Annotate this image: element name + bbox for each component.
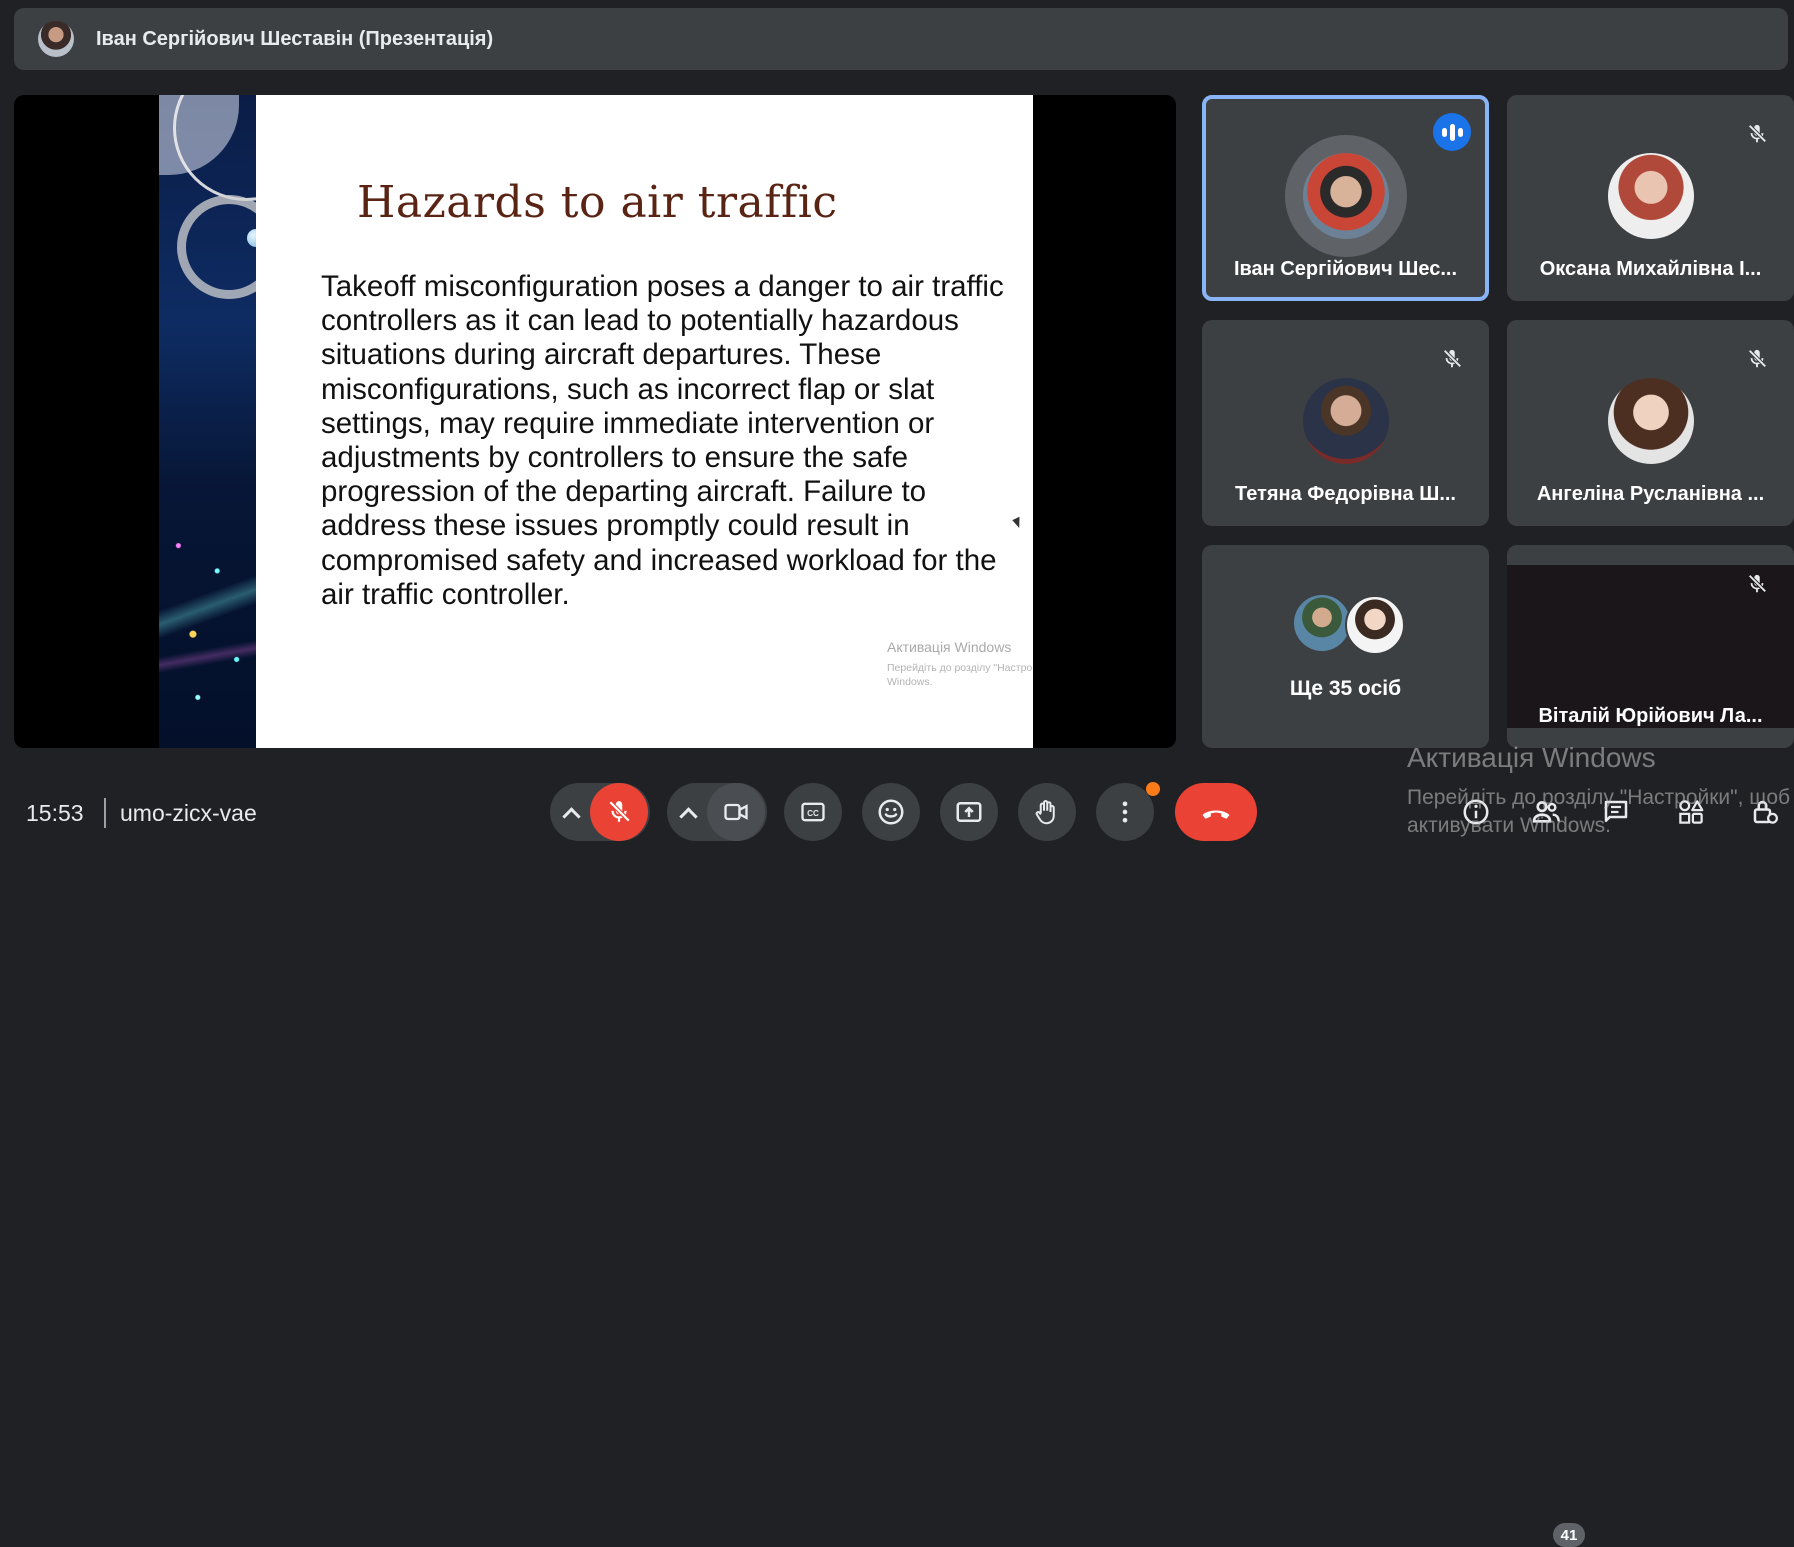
presentation-stage[interactable]: Hazards to air traffic Takeoff misconfig… xyxy=(14,95,1176,748)
slide-title: Hazards to air traffic xyxy=(357,177,838,228)
reactions-button[interactable] xyxy=(862,783,920,841)
avatar xyxy=(1294,595,1350,651)
presenter-title: Іван Сергійович Шеставін (Презентація) xyxy=(96,27,494,50)
presenter-avatar xyxy=(38,21,74,57)
slide-decoration xyxy=(159,95,256,748)
mic-toggle-button[interactable] xyxy=(590,783,648,841)
slide-body: Takeoff misconfiguration poses a danger … xyxy=(321,270,1004,611)
emoji-icon xyxy=(878,799,904,825)
avatar xyxy=(1607,378,1694,464)
avatar xyxy=(1607,153,1694,239)
end-call-icon xyxy=(1202,810,1230,819)
more-participants-label: Ще 35 осіб xyxy=(1289,677,1402,700)
audio-options-chevron[interactable] xyxy=(550,783,590,841)
notification-dot xyxy=(1146,782,1160,796)
participant-name: Оксана Михайлівна І... xyxy=(1539,258,1762,280)
svg-text:CC: CC xyxy=(807,809,819,818)
more-participants-tile[interactable]: Ще 35 осіб xyxy=(1202,545,1489,748)
present-icon xyxy=(956,802,982,822)
slide-watermark-text: Перейдіть до розділу "Настройки", щоб ак… xyxy=(887,662,1033,688)
participant-name: Іван Сергійович Шес... xyxy=(1233,258,1458,280)
leave-call-button[interactable] xyxy=(1175,783,1257,841)
speaking-indicator-icon xyxy=(1433,113,1471,151)
divider xyxy=(104,798,106,828)
more-options-icon xyxy=(1122,801,1128,823)
avatar xyxy=(1302,153,1389,239)
camera-icon xyxy=(724,803,748,821)
mic-off-icon xyxy=(1433,340,1471,378)
participant-tile[interactable]: Оксана Михайлівна І... xyxy=(1507,95,1794,301)
avatar xyxy=(1302,378,1389,464)
windows-activation-watermark-title: Активація Windows xyxy=(1407,742,1656,773)
captions-button[interactable]: CC xyxy=(784,783,842,841)
windows-activation-watermark-text: Перейдіть до розділу "Настройки", щоб ак… xyxy=(1407,786,1791,837)
participant-tile[interactable]: Віталій Юрійович Ла... xyxy=(1507,545,1794,748)
meeting-controls-bar: 15:53 umo-zicx-vae CC 41 Активація Windo… xyxy=(0,742,1794,1547)
participant-tile[interactable]: Тетяна Федорівна Ш... xyxy=(1202,320,1489,526)
mic-off-icon xyxy=(1738,565,1776,603)
participant-tile[interactable]: Ангеліна Русланівна ... xyxy=(1507,320,1794,526)
participant-tile[interactable]: Іван Сергійович Шес... xyxy=(1202,95,1489,301)
mic-off-icon xyxy=(608,800,631,823)
raise-hand-button[interactable] xyxy=(1018,783,1076,841)
mic-off-icon xyxy=(1738,115,1776,153)
slide: Hazards to air traffic Takeoff misconfig… xyxy=(159,95,1033,748)
video-options-chevron[interactable] xyxy=(667,783,707,841)
chevron-up-icon xyxy=(562,807,581,826)
meeting-code: umo-zicx-vae xyxy=(120,800,257,826)
mic-off-icon xyxy=(1738,340,1776,378)
more-options-button[interactable] xyxy=(1096,783,1154,841)
raise-hand-icon xyxy=(1035,800,1055,825)
chevron-up-icon xyxy=(679,807,698,826)
participant-name: Віталій Юрійович Ла... xyxy=(1538,705,1763,727)
slide-watermark-title: Активація Windows xyxy=(887,639,1012,655)
present-now-button[interactable] xyxy=(940,783,998,841)
captions-icon: CC xyxy=(801,802,825,822)
presenter-bar: Іван Сергійович Шеставін (Презентація) xyxy=(14,8,1788,70)
clock: 15:53 xyxy=(26,800,84,826)
mouse-cursor-icon xyxy=(1012,516,1024,530)
participants-count-badge: 41 xyxy=(1553,1523,1585,1547)
participant-name: Тетяна Федорівна Ш... xyxy=(1234,483,1456,505)
avatar xyxy=(1345,595,1405,655)
camera-toggle-button[interactable] xyxy=(707,783,765,841)
participant-name: Ангеліна Русланівна ... xyxy=(1536,483,1765,505)
